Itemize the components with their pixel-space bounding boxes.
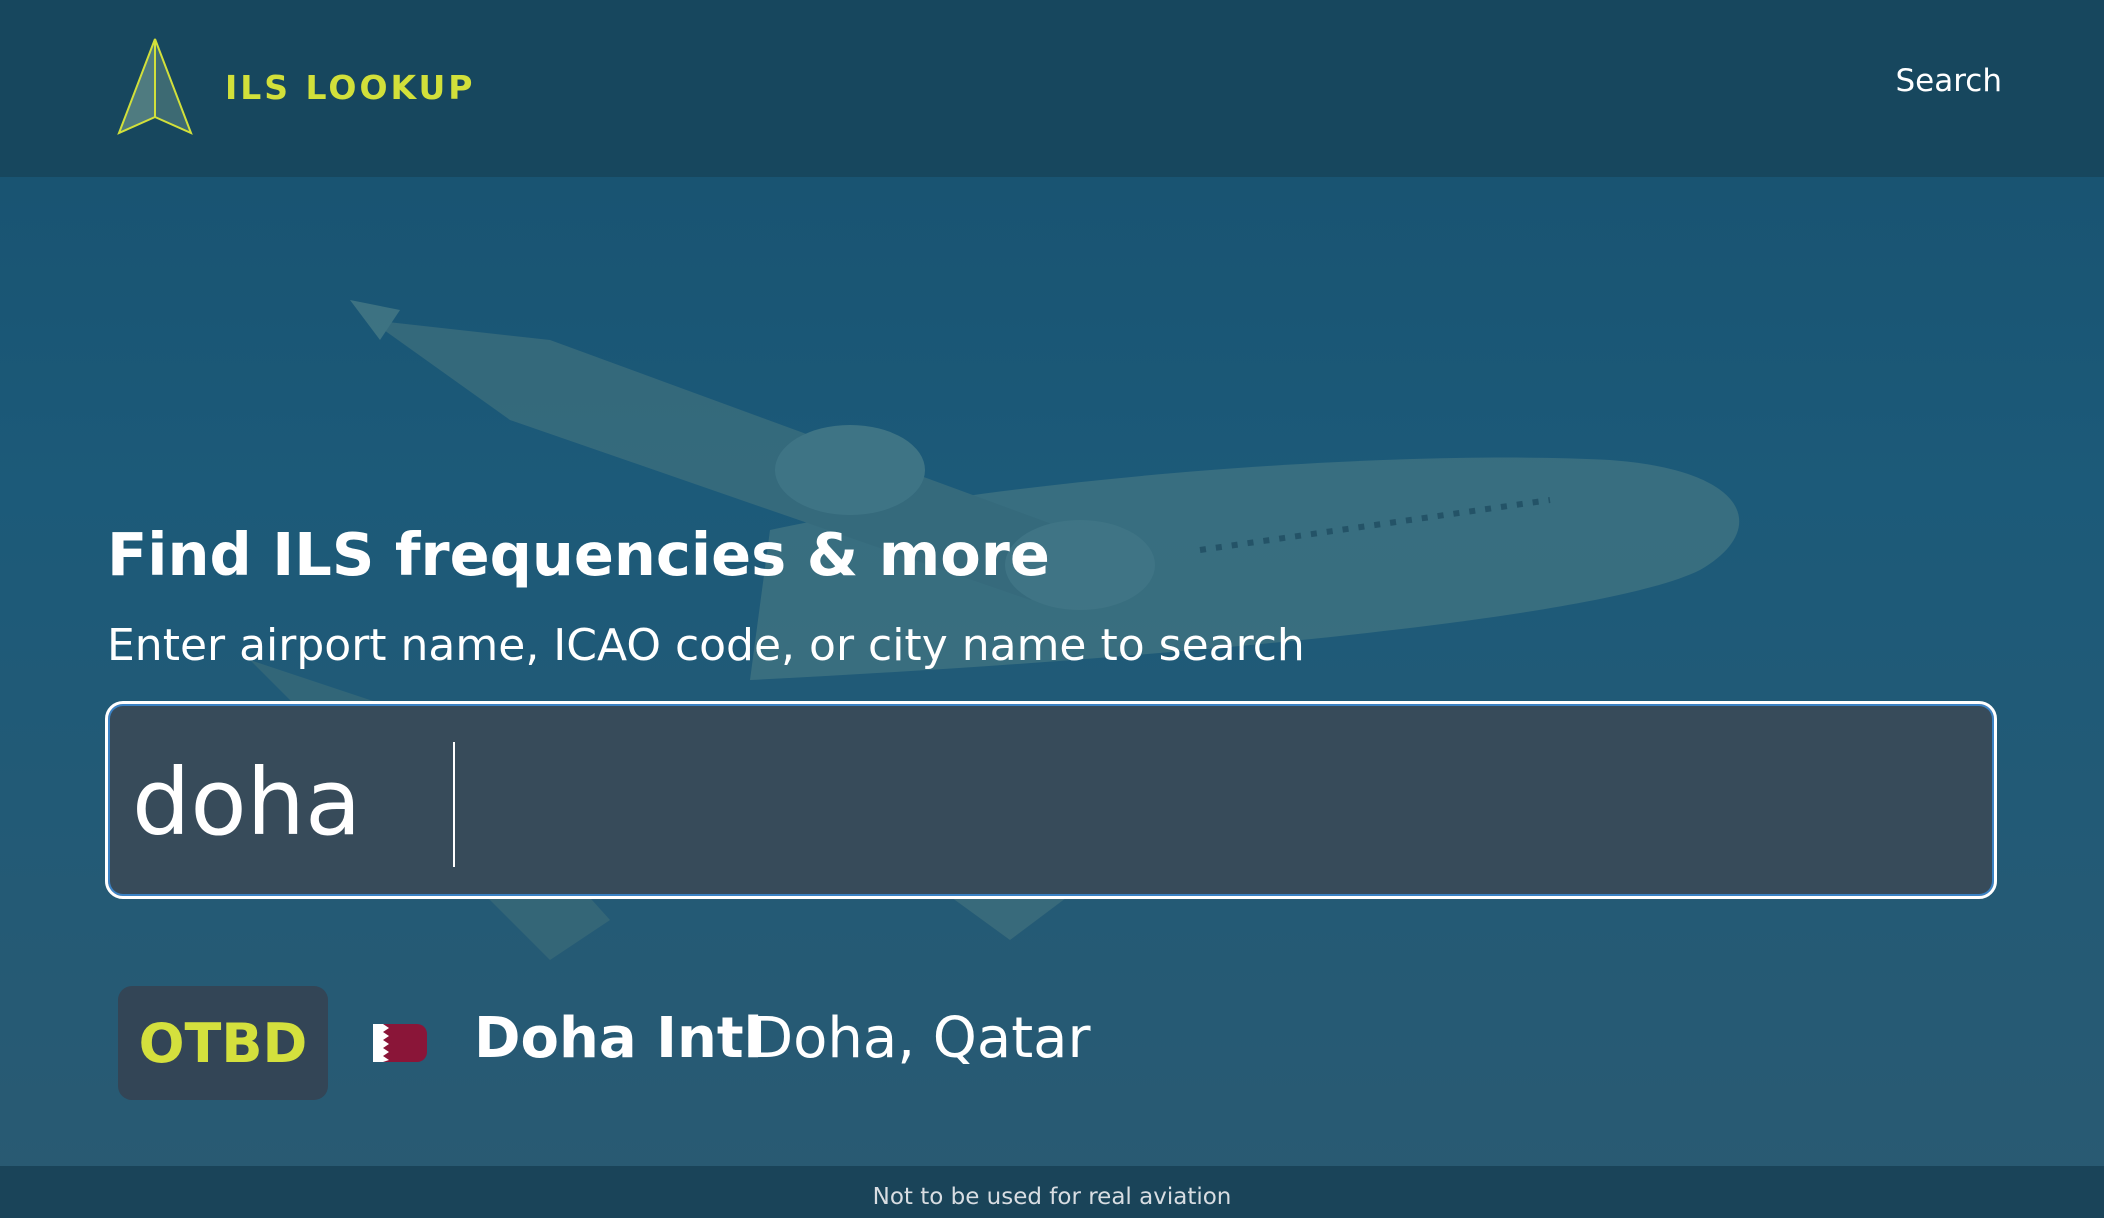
search-box[interactable] bbox=[105, 701, 1997, 899]
text-caret bbox=[453, 742, 455, 867]
footer-disclaimer: Not to be used for real aviation bbox=[872, 1184, 1232, 1210]
top-header: ILS LOOKUP Search bbox=[0, 0, 2104, 177]
airport-location: Doha, Qatar bbox=[750, 1006, 1091, 1071]
brand-title[interactable]: ILS LOOKUP bbox=[225, 68, 476, 107]
footer: Not to be used for real aviation bbox=[0, 1166, 2104, 1218]
page-headline: Find ILS frequencies & more bbox=[107, 520, 1050, 589]
search-result-item[interactable]: OTBD Doha Intl Doha, Qatar bbox=[118, 986, 1118, 1100]
nav-search-link[interactable]: Search bbox=[1895, 63, 2002, 99]
airport-search-input[interactable] bbox=[132, 732, 1952, 872]
navigation-arrow-icon[interactable] bbox=[115, 37, 195, 137]
qatar-flag-icon bbox=[373, 1024, 427, 1062]
search-instructions: Enter airport name, ICAO code, or city n… bbox=[107, 620, 1305, 671]
airport-name: Doha Intl bbox=[474, 1006, 763, 1071]
icao-code-badge: OTBD bbox=[118, 986, 328, 1100]
